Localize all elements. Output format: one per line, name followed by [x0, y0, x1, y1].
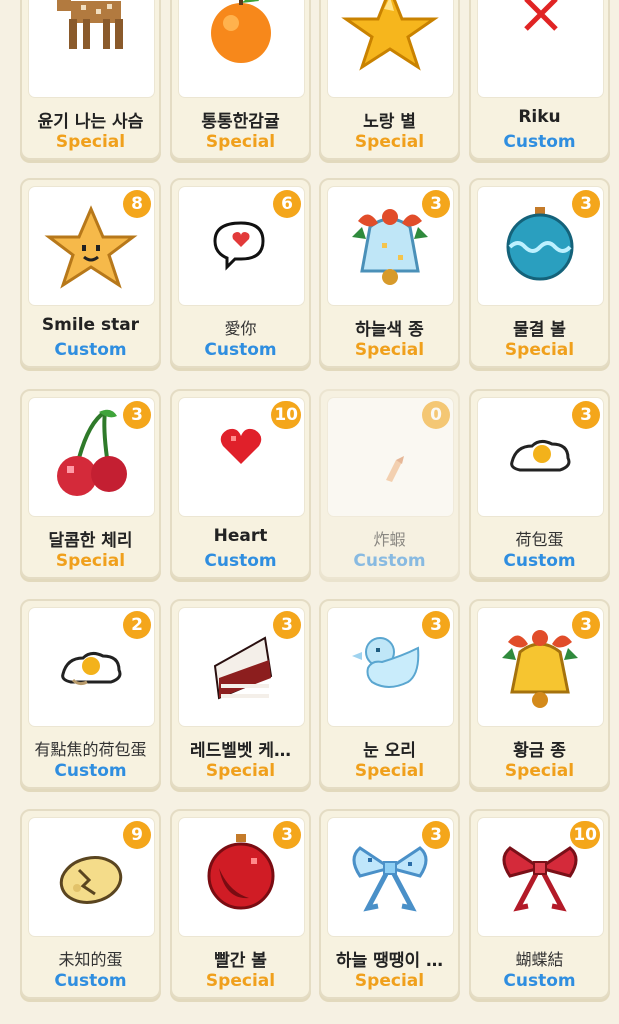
- sticker-title: 未知的蛋: [58, 950, 123, 969]
- sticker-title: 愛你: [224, 319, 257, 338]
- sticker-thumbnail: [327, 0, 454, 98]
- count-badge: 10: [570, 821, 600, 849]
- sticker-title: 荷包蛋: [515, 530, 564, 549]
- sticker-title: 빨간 볼: [214, 951, 267, 971]
- sticker-type-label: Special: [354, 132, 425, 152]
- count-badge: 3: [572, 611, 600, 639]
- sticker-title: Riku: [518, 107, 561, 127]
- sticker-type-label: Special: [354, 971, 425, 991]
- count-badge: 3: [422, 821, 450, 849]
- sticker-type-label: Special: [354, 761, 425, 781]
- sticker-type-label: Special: [205, 132, 276, 152]
- sticker-type-label: Special: [504, 340, 575, 360]
- sticker-card[interactable]: 3 달콤한 체리 Special: [20, 389, 161, 579]
- sticker-card[interactable]: 2 有點焦的荷包蛋 Custom: [20, 599, 161, 789]
- sticker-card[interactable]: 3 荷包蛋 Custom: [469, 389, 610, 579]
- sticker-title: 레드벨벳 케…: [189, 741, 292, 761]
- sticker-title: Heart: [213, 526, 268, 546]
- sticker-type-label: Custom: [204, 551, 277, 571]
- sticker-title: 炸蝦: [373, 530, 406, 549]
- sticker-type-label: Custom: [54, 340, 127, 360]
- count-badge: 8: [123, 190, 151, 218]
- count-badge: 3: [422, 190, 450, 218]
- sticker-card[interactable]: 노랑 별 Special: [319, 0, 460, 160]
- sticker-type-label: Special: [55, 551, 126, 571]
- count-badge: 3: [273, 611, 301, 639]
- sticker-title: 통통한감귤: [201, 112, 280, 132]
- count-badge: 6: [273, 190, 301, 218]
- sticker-type-label: Custom: [54, 761, 127, 781]
- count-badge: 3: [273, 821, 301, 849]
- sticker-title: 달콤한 체리: [48, 531, 133, 551]
- sticker-type-label: Special: [205, 761, 276, 781]
- sticker-card[interactable]: 3 하늘 땡땡이 … Special: [319, 809, 460, 999]
- count-badge: 3: [572, 190, 600, 218]
- sticker-title: 노랑 별: [363, 112, 416, 132]
- sticker-title: Smile star: [41, 315, 140, 335]
- sticker-card[interactable]: 윤기 나는 사슴 Special: [20, 0, 161, 160]
- sticker-card[interactable]: 3 하늘색 종 Special: [319, 178, 460, 368]
- sticker-card[interactable]: 10 Heart Custom: [170, 389, 311, 579]
- sticker-card[interactable]: 3 황금 종 Special: [469, 599, 610, 789]
- sticker-card[interactable]: 3 물결 볼 Special: [469, 178, 610, 368]
- sticker-type-label: Custom: [503, 971, 576, 991]
- sticker-type-label: Special: [354, 340, 425, 360]
- count-badge: 2: [123, 611, 151, 639]
- sticker-card[interactable]: 6 愛你 Custom: [170, 178, 311, 368]
- sticker-card[interactable]: Riku Custom: [469, 0, 610, 160]
- count-badge: 3: [572, 401, 600, 429]
- sticker-type-label: Custom: [503, 551, 576, 571]
- sticker-title: 蝴蝶結: [515, 950, 564, 969]
- sticker-title: 물결 볼: [513, 320, 566, 340]
- sticker-card[interactable]: 통통한감귤 Special: [170, 0, 311, 160]
- sticker-title: 눈 오리: [363, 741, 416, 761]
- count-badge: 0: [422, 401, 450, 429]
- sticker-card[interactable]: 10 蝴蝶結 Custom: [469, 809, 610, 999]
- sticker-card[interactable]: 8 Smile star Custom: [20, 178, 161, 368]
- sticker-type-label: Special: [504, 761, 575, 781]
- sticker-type-label: Special: [205, 971, 276, 991]
- sticker-card[interactable]: 0 炸蝦 Custom: [319, 389, 460, 579]
- sticker-thumbnail: [477, 0, 604, 98]
- sticker-grid: 윤기 나는 사슴 Special 통통한감귤 Special 노랑 별 Special…: [0, 0, 619, 1024]
- sticker-type-label: Custom: [54, 971, 127, 991]
- count-badge: 3: [123, 401, 151, 429]
- sticker-card[interactable]: 3 빨간 볼 Special: [170, 809, 311, 999]
- count-badge: 3: [422, 611, 450, 639]
- sticker-type-label: Special: [55, 132, 126, 152]
- sticker-title: 하늘색 종: [355, 320, 424, 340]
- sticker-title: 하늘 땡땡이 …: [335, 951, 444, 971]
- sticker-title: 有點焦的荷包蛋: [34, 740, 147, 759]
- sticker-thumbnail: [178, 0, 305, 98]
- sticker-type-label: Custom: [503, 132, 576, 152]
- sticker-title: 황금 종: [513, 741, 566, 761]
- sticker-card[interactable]: 3 레드벨벳 케… Special: [170, 599, 311, 789]
- sticker-type-label: Custom: [204, 340, 277, 360]
- sticker-type-label: Custom: [353, 551, 426, 571]
- sticker-card[interactable]: 9 未知的蛋 Custom: [20, 809, 161, 999]
- sticker-title: 윤기 나는 사슴: [37, 112, 144, 132]
- sticker-thumbnail: [28, 0, 155, 98]
- count-badge: 9: [123, 821, 151, 849]
- sticker-card[interactable]: 3 눈 오리 Special: [319, 599, 460, 789]
- count-badge: 10: [271, 401, 301, 429]
